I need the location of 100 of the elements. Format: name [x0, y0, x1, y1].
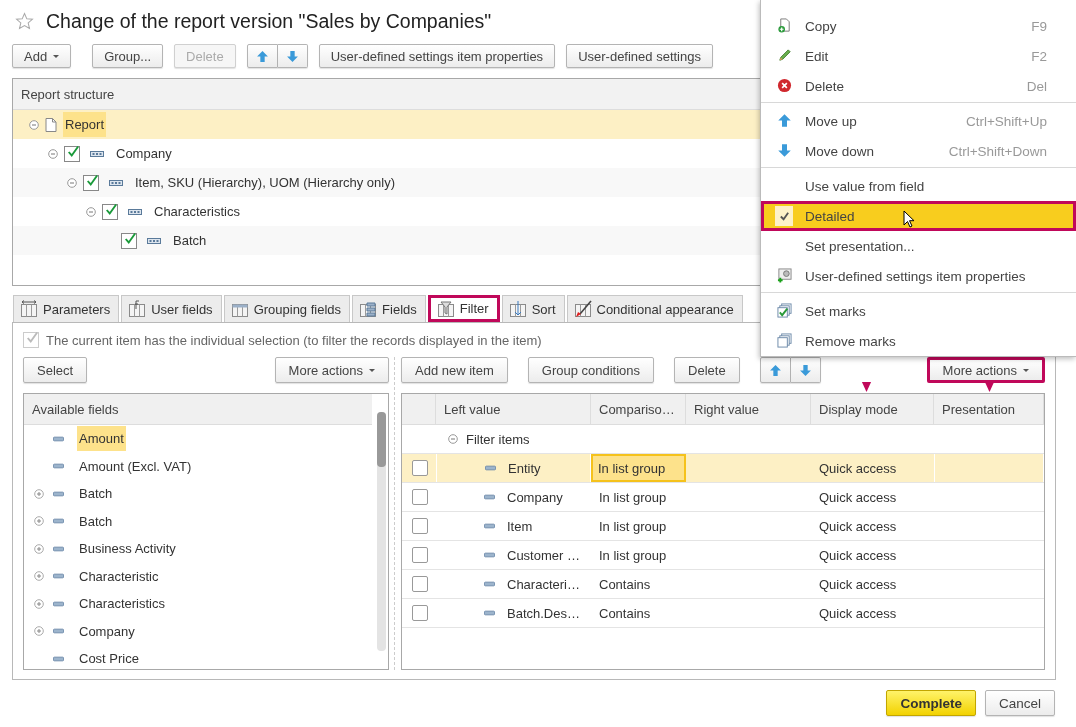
- window-title: Change of the report version "Sales by Companies": [46, 9, 492, 33]
- checkbox[interactable]: [412, 518, 428, 534]
- expand-icon[interactable]: [34, 571, 44, 582]
- checkbox[interactable]: [64, 145, 80, 162]
- field-name: Amount (Excl. VAT): [78, 457, 193, 476]
- tab[interactable]: Filter: [427, 295, 500, 322]
- cancel-button[interactable]: Cancel: [984, 690, 1055, 716]
- more-actions-button[interactable]: More actions: [274, 357, 389, 383]
- checkbox[interactable]: [121, 232, 137, 249]
- delete-icon: [777, 78, 792, 93]
- table-row[interactable]: Customer … In list group Quick access: [402, 541, 1044, 570]
- more-actions-button[interactable]: More actions: [926, 357, 1045, 383]
- menu-item[interactable]: Set marks: [761, 296, 1076, 326]
- table-cell: Customer …: [507, 547, 580, 563]
- tab[interactable]: Fields: [352, 295, 426, 322]
- column-header: Available fields: [32, 401, 119, 417]
- menu-item[interactable]: User-defined settings item properties: [761, 261, 1076, 291]
- checkbox[interactable]: [412, 489, 428, 505]
- tab[interactable]: User fields: [121, 295, 222, 322]
- checkbox[interactable]: [102, 203, 118, 220]
- list-item[interactable]: Business Activity: [34, 535, 388, 563]
- field-icon: [484, 610, 495, 616]
- arrow-up-icon: [777, 113, 792, 128]
- list-item[interactable]: Characteristics: [34, 590, 388, 618]
- field-name: Characteristic: [78, 567, 160, 586]
- grouping-icon: [109, 178, 123, 187]
- field-icon: [484, 494, 495, 500]
- menu-item[interactable]: Move down Ctrl+Shift+Down: [761, 136, 1076, 166]
- list-item[interactable]: Batch: [34, 507, 388, 535]
- column-header[interactable]: Presentation: [934, 394, 1044, 424]
- toolbar-button[interactable]: Group...: [92, 44, 164, 68]
- copy-icon: [777, 18, 792, 33]
- tab[interactable]: Sort: [501, 295, 565, 322]
- table-cell: Entity: [508, 460, 541, 476]
- toolbar-button[interactable]: Group conditions: [527, 357, 655, 383]
- collapse-icon[interactable]: [86, 206, 96, 217]
- column-header[interactable]: Right value: [686, 394, 811, 424]
- move-down-button[interactable]: [790, 357, 821, 383]
- list-item[interactable]: Batch: [34, 480, 388, 508]
- expand-icon[interactable]: [34, 516, 44, 527]
- add-dropdown-button[interactable]: Add: [12, 44, 72, 68]
- table-row[interactable]: Company In list group Quick access: [402, 483, 1044, 512]
- checkbox[interactable]: [412, 576, 428, 592]
- list-item[interactable]: Cost Price: [34, 645, 388, 673]
- column-header[interactable]: Left value: [436, 394, 591, 424]
- field-icon: [484, 581, 495, 587]
- complete-button[interactable]: Complete: [886, 690, 976, 716]
- table-row[interactable]: Characteri… Contains Quick access: [402, 570, 1044, 599]
- menu-item[interactable]: Detailed: [761, 201, 1076, 231]
- field-icon: [53, 600, 64, 607]
- table-row[interactable]: Item In list group Quick access: [402, 512, 1044, 541]
- column-header[interactable]: Display mode: [811, 394, 934, 424]
- arrow-up-icon: [255, 49, 269, 63]
- checkbox[interactable]: [412, 460, 428, 476]
- expand-icon[interactable]: [34, 626, 44, 637]
- list-item[interactable]: Characteristic: [34, 562, 388, 590]
- move-down-button[interactable]: [277, 44, 308, 68]
- list-item[interactable]: Amount (Excl. VAT): [34, 452, 388, 480]
- toolbar-button[interactable]: User-defined settings: [566, 44, 713, 68]
- mouse-pointer-icon: [903, 210, 915, 228]
- menu-item[interactable]: Remove marks: [761, 326, 1076, 356]
- field-name: Cost Price: [78, 650, 140, 669]
- table-row[interactable]: Batch.Des… Contains Quick access: [402, 599, 1044, 628]
- move-up-button[interactable]: [759, 357, 791, 383]
- move-up-button[interactable]: [246, 44, 278, 68]
- table-row[interactable]: Entity In list group Quick access: [402, 454, 1044, 483]
- collapse-icon[interactable]: [448, 434, 458, 444]
- star-icon[interactable]: [15, 11, 34, 31]
- menu-item[interactable]: Copy F9: [761, 11, 1076, 41]
- collapse-icon[interactable]: [67, 177, 77, 188]
- expand-icon[interactable]: [34, 543, 44, 554]
- list-item[interactable]: Company: [34, 617, 388, 645]
- scrollbar[interactable]: [377, 412, 386, 651]
- list-item[interactable]: Amount: [34, 425, 388, 453]
- shortcut-label: Del: [1026, 78, 1047, 94]
- fields-tab-icon: [359, 300, 378, 318]
- tab[interactable]: Parameters: [13, 295, 120, 322]
- collapse-icon[interactable]: [48, 148, 58, 159]
- menu-item[interactable]: Edit F2: [761, 41, 1076, 71]
- toolbar-button[interactable]: User-defined settings item properties: [318, 44, 556, 68]
- column-header[interactable]: Compariso…: [591, 394, 686, 424]
- tab[interactable]: Grouping fields: [223, 295, 351, 322]
- expand-icon[interactable]: [34, 598, 44, 609]
- menu-item[interactable]: Delete Del: [761, 71, 1076, 101]
- select-button[interactable]: Select: [23, 357, 88, 383]
- tab[interactable]: Conditional appearance: [566, 295, 743, 322]
- table-cell: In list group: [591, 454, 686, 482]
- field-name: Characteristics: [78, 595, 166, 614]
- table-cell-text: Quick access: [818, 546, 898, 565]
- checkbox[interactable]: [83, 174, 99, 191]
- field-icon: [53, 518, 64, 525]
- expand-icon[interactable]: [34, 488, 44, 499]
- field-name: Batch: [78, 512, 114, 531]
- field-icon: [53, 435, 64, 442]
- group-label: Filter items: [466, 431, 530, 447]
- toolbar-button[interactable]: Add new item: [401, 357, 508, 383]
- checkbox[interactable]: [412, 547, 428, 563]
- checkbox[interactable]: [412, 605, 428, 621]
- collapse-icon[interactable]: [29, 119, 39, 130]
- toolbar-button[interactable]: Delete: [674, 357, 740, 383]
